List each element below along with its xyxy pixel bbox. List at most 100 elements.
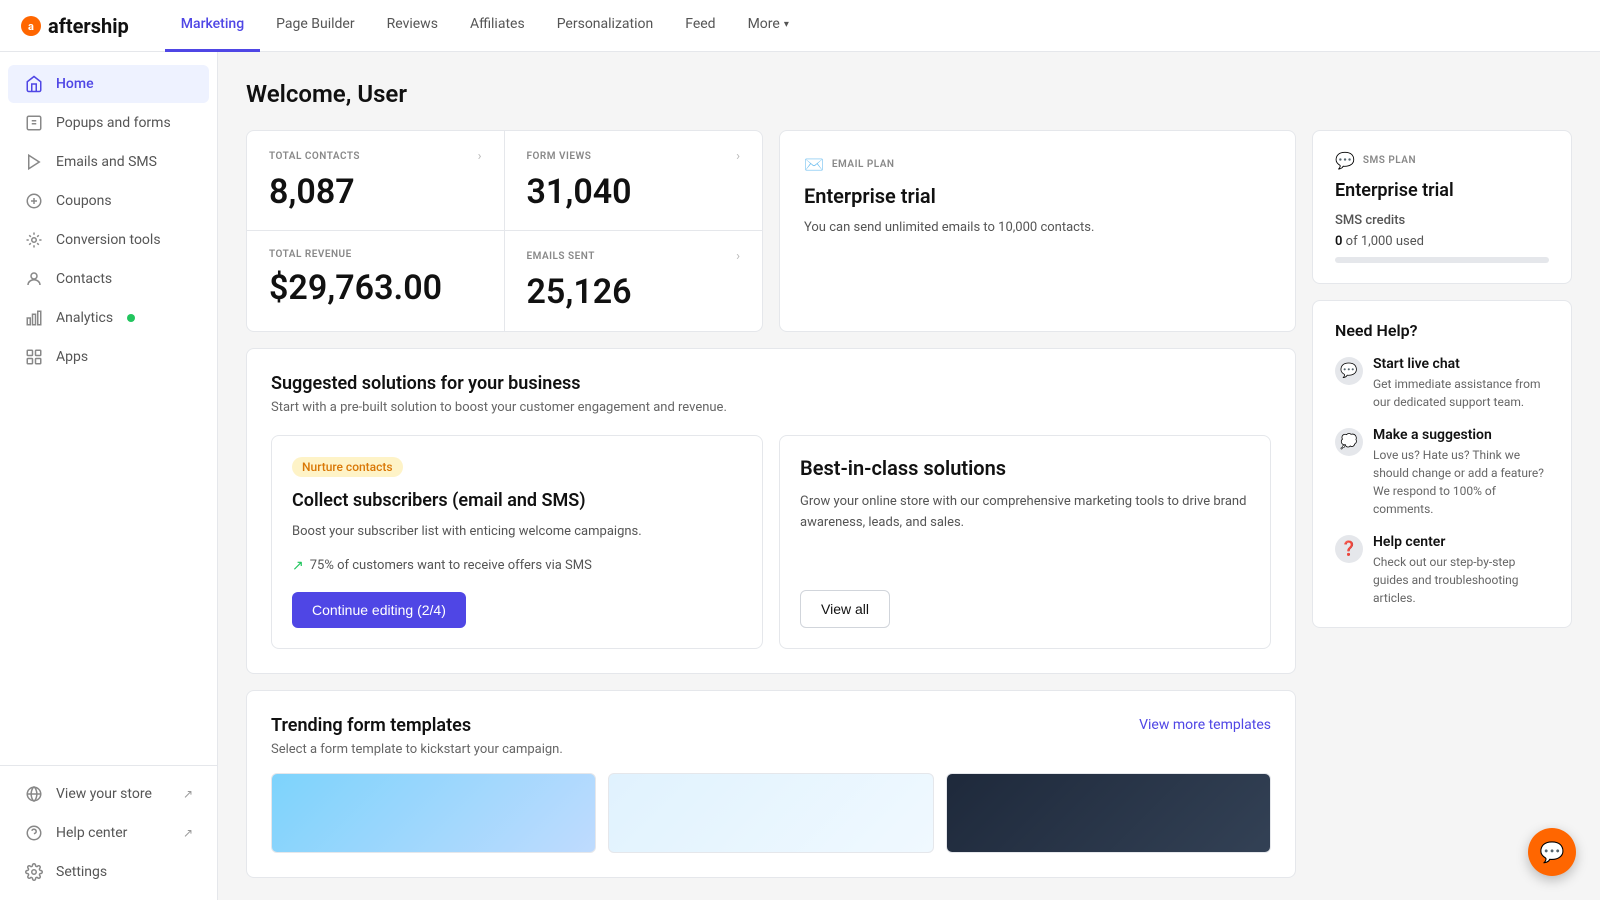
nav-reviews[interactable]: Reviews xyxy=(371,0,454,52)
templates-grid xyxy=(271,773,1271,853)
template-thumb-3[interactable] xyxy=(946,773,1271,853)
email-plan-title: Enterprise trial xyxy=(804,184,1271,208)
help-help-center[interactable]: ❓ Help center Check out our step-by-step… xyxy=(1335,534,1549,607)
sidebar-item-home[interactable]: Home xyxy=(8,65,209,103)
stat-total-revenue[interactable]: TOTAL REVENUE $29,763.00 xyxy=(247,231,505,331)
sms-plan-title: Enterprise trial xyxy=(1335,180,1549,201)
template-thumb-2[interactable] xyxy=(608,773,933,853)
stats-row: TOTAL CONTACTS › 8,087 FORM VIEWS › 31,0… xyxy=(246,130,1296,332)
stat-form-views[interactable]: FORM VIEWS › 31,040 xyxy=(505,131,763,231)
help-live-chat[interactable]: 💬 Start live chat Get immediate assistan… xyxy=(1335,356,1549,411)
nav-marketing[interactable]: Marketing xyxy=(165,0,260,52)
stat-total-contacts[interactable]: TOTAL CONTACTS › 8,087 xyxy=(247,131,505,231)
sidebar-item-conversion-tools[interactable]: Conversion tools xyxy=(8,221,209,259)
best-in-class-description: Grow your online store with our comprehe… xyxy=(800,492,1250,534)
emails-sent-label: EMAILS SENT xyxy=(527,251,595,262)
sidebar-item-emails-and-sms[interactable]: Emails and SMS xyxy=(8,143,209,181)
sidebar-bottom: View your store ↗ Help center ↗ Settings xyxy=(0,765,217,900)
sms-plan-card: 💬 SMS PLAN Enterprise trial SMS credits … xyxy=(1312,130,1572,284)
email-plan-label: EMAIL PLAN xyxy=(832,159,895,170)
nav-affiliates[interactable]: Affiliates xyxy=(454,0,541,52)
total-contacts-arrow: › xyxy=(478,149,482,164)
collect-title: Collect subscribers (email and SMS) xyxy=(292,489,742,512)
chat-bubble[interactable]: 💬 xyxy=(1528,828,1576,876)
live-chat-icon: 💬 xyxy=(1335,357,1363,385)
sidebar-settings[interactable]: Settings xyxy=(8,853,209,891)
form-views-value: 31,040 xyxy=(527,172,741,212)
svg-text:a: a xyxy=(28,20,34,33)
collect-stat: ↗ 75% of customers want to receive offer… xyxy=(292,558,742,574)
contacts-icon xyxy=(24,269,44,289)
solutions-title: Suggested solutions for your business xyxy=(271,373,1271,394)
emails-icon xyxy=(24,152,44,172)
apps-icon xyxy=(24,347,44,367)
total-revenue-label: TOTAL REVENUE xyxy=(269,249,352,260)
trending-templates-card: Trending form templates View more templa… xyxy=(246,690,1296,878)
popups-icon xyxy=(24,113,44,133)
templates-subtitle: Select a form template to kickstart your… xyxy=(271,742,1271,757)
live-chat-title: Start live chat xyxy=(1373,356,1549,372)
form-views-arrow: › xyxy=(736,149,740,164)
help-icon xyxy=(24,823,44,843)
sms-plan-icon: 💬 xyxy=(1335,151,1355,170)
main-layout: Home Popups and forms Emails and SMS Cou… xyxy=(0,52,1600,900)
stats-left-card: TOTAL CONTACTS › 8,087 FORM VIEWS › 31,0… xyxy=(246,130,763,332)
sidebar-view-store[interactable]: View your store ↗ xyxy=(8,775,209,813)
email-plan-card: ✉️ EMAIL PLAN Enterprise trial You can s… xyxy=(779,130,1296,332)
external-link-icon: ↗ xyxy=(183,787,193,801)
solutions-subtitle: Start with a pre-built solution to boost… xyxy=(271,400,1271,415)
total-contacts-label: TOTAL CONTACTS xyxy=(269,151,360,162)
main-content: Welcome, User TOTAL CONTACTS › 8,087 xyxy=(218,52,1600,900)
form-views-label: FORM VIEWS xyxy=(527,151,592,162)
help-center-desc: Check out our step-by-step guides and tr… xyxy=(1373,553,1549,607)
top-nav: a aftership Marketing Page Builder Revie… xyxy=(0,0,1600,52)
sidebar-menu: Home Popups and forms Emails and SMS Cou… xyxy=(0,52,217,765)
analytics-notification-dot xyxy=(127,314,135,322)
collect-solution: Nurture contacts Collect subscribers (em… xyxy=(271,435,763,649)
help-center-title: Help center xyxy=(1373,534,1549,550)
view-all-button[interactable]: View all xyxy=(800,590,890,628)
help-make-suggestion[interactable]: 💭 Make a suggestion Love us? Hate us? Th… xyxy=(1335,427,1549,518)
conversion-icon xyxy=(24,230,44,250)
suggestion-title: Make a suggestion xyxy=(1373,427,1549,443)
sms-credits-used: 0 of 1,000 used xyxy=(1335,234,1549,249)
stat-emails-sent[interactable]: EMAILS SENT › 25,126 xyxy=(505,231,763,331)
nav-feed[interactable]: Feed xyxy=(669,0,731,52)
sidebar-item-apps[interactable]: Apps xyxy=(8,338,209,376)
continue-editing-button[interactable]: Continue editing (2/4) xyxy=(292,592,466,628)
nav-page-builder[interactable]: Page Builder xyxy=(260,0,370,52)
content-right-wrapper: TOTAL CONTACTS › 8,087 FORM VIEWS › 31,0… xyxy=(246,130,1572,878)
emails-sent-arrow: › xyxy=(736,249,740,264)
email-plan-icon: ✉️ xyxy=(804,155,824,174)
sidebar-item-popups-and-forms[interactable]: Popups and forms xyxy=(8,104,209,142)
chat-bubble-icon: 💬 xyxy=(1540,840,1565,864)
suggested-solutions-card: Suggested solutions for your business St… xyxy=(246,348,1296,674)
total-revenue-value: $29,763.00 xyxy=(269,268,482,308)
external-link-icon-help: ↗ xyxy=(183,826,193,840)
suggestion-desc: Love us? Hate us? Think we should change… xyxy=(1373,446,1549,518)
nav-more[interactable]: More ▾ xyxy=(732,0,805,52)
live-chat-desc: Get immediate assistance from our dedica… xyxy=(1373,375,1549,411)
sidebar-item-coupons[interactable]: Coupons xyxy=(8,182,209,220)
stat-trend-icon: ↗ xyxy=(292,558,304,574)
nav-personalization[interactable]: Personalization xyxy=(541,0,670,52)
sms-credits-label: SMS credits xyxy=(1335,213,1549,228)
page-title: Welcome, User xyxy=(246,80,1572,108)
sidebar-item-analytics[interactable]: Analytics xyxy=(8,299,209,337)
center-content: TOTAL CONTACTS › 8,087 FORM VIEWS › 31,0… xyxy=(246,130,1296,878)
coupons-icon xyxy=(24,191,44,211)
view-more-templates-link[interactable]: View more templates xyxy=(1139,717,1271,733)
analytics-icon xyxy=(24,308,44,328)
total-contacts-value: 8,087 xyxy=(269,172,482,212)
email-plan-description: You can send unlimited emails to 10,000 … xyxy=(804,218,1271,239)
best-in-class-title: Best-in-class solutions xyxy=(800,456,1250,480)
sidebar-item-contacts[interactable]: Contacts xyxy=(8,260,209,298)
store-icon xyxy=(24,784,44,804)
sidebar-help-center[interactable]: Help center ↗ xyxy=(8,814,209,852)
need-help-title: Need Help? xyxy=(1335,321,1549,340)
sms-progress-bar-bg xyxy=(1335,257,1549,263)
templates-title: Trending form templates xyxy=(271,715,471,736)
template-thumb-1[interactable] xyxy=(271,773,596,853)
logo[interactable]: a aftership xyxy=(20,14,129,38)
need-help-card: Need Help? 💬 Start live chat Get immedia… xyxy=(1312,300,1572,628)
